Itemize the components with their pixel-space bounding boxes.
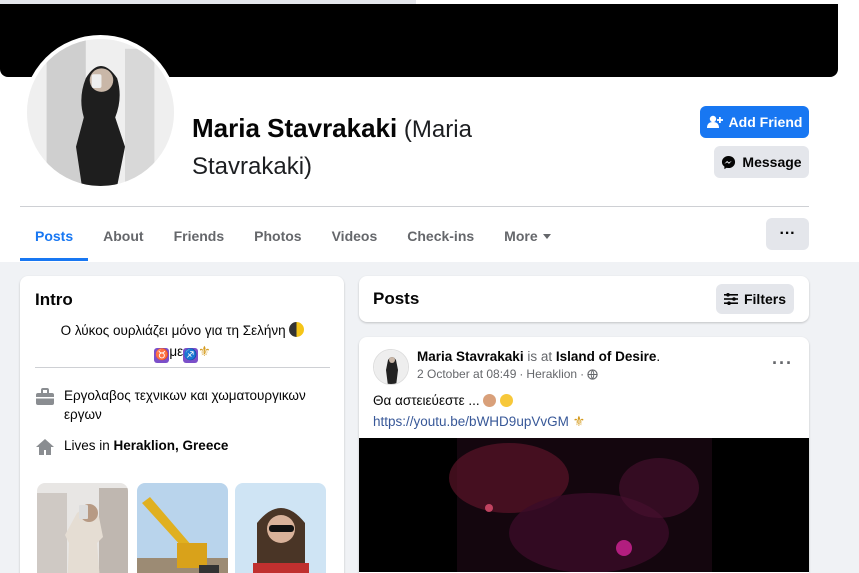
post-author-avatar[interactable]	[373, 349, 409, 385]
moon-icon	[289, 322, 305, 337]
post-place[interactable]: Island of Desire	[556, 349, 657, 364]
post-meta: 2 October at 08:49 · Heraklion ·	[417, 367, 598, 381]
add-friend-button[interactable]: Add Friend	[700, 106, 809, 138]
sagittarius-icon: ♐	[183, 348, 199, 363]
more-options-icon: ···	[779, 225, 796, 242]
bio-mid-text: με	[169, 344, 184, 359]
intro-lives-text: Lives in Heraklion, Greece	[64, 436, 228, 457]
message-label: Message	[742, 154, 802, 170]
profile-more-options-button[interactable]: ···	[766, 218, 809, 250]
post-is-at: is at	[523, 349, 556, 364]
tab-more[interactable]: More	[489, 211, 565, 261]
post-header: Maria Stavrakaki is at Island of Desire.	[417, 348, 660, 366]
filters-label: Filters	[743, 291, 786, 307]
post-video-frame	[359, 438, 809, 572]
post-author-avatar-image	[374, 350, 408, 384]
tab-posts[interactable]: Posts	[20, 211, 89, 261]
meta-separator: ·	[519, 367, 524, 381]
profile-avatar[interactable]	[23, 35, 178, 190]
header-divider	[20, 206, 809, 207]
fleur-de-lis-icon: ⚜	[198, 343, 211, 359]
tab-check-ins[interactable]: Check-ins	[392, 211, 489, 261]
filters-icon	[723, 293, 738, 305]
tab-about-label: About	[103, 228, 144, 244]
intro-card: Intro Ο λύκος ουρλιάζει μόνο για τη Σελή…	[20, 276, 344, 573]
tab-posts-label: Posts	[35, 228, 74, 244]
tab-videos-label: Videos	[331, 228, 378, 244]
intro-lives-row: Lives in Heraklion, Greece	[35, 436, 228, 457]
posts-header-card: Posts Filters	[359, 276, 809, 322]
messenger-icon	[722, 155, 736, 169]
lives-prefix: Lives in	[64, 438, 114, 453]
tab-friends-label: Friends	[173, 228, 225, 244]
tab-photos[interactable]: Photos	[239, 211, 316, 261]
intro-divider	[35, 367, 330, 368]
tab-friends[interactable]: Friends	[159, 211, 240, 261]
profile-avatar-image	[27, 39, 174, 186]
lives-place[interactable]: Heraklion, Greece	[114, 438, 229, 453]
post-location[interactable]: Heraklion	[526, 367, 577, 381]
add-friend-icon	[706, 115, 723, 128]
intro-work-text: Εργολαβος τεχνικων και χωματουργικων εργ…	[64, 388, 306, 422]
intro-photo-2[interactable]	[137, 483, 228, 573]
tab-videos[interactable]: Videos	[317, 211, 393, 261]
profile-name-block: Maria Stavrakaki (Maria Stavrakaki)	[192, 110, 522, 185]
taurus-icon: ♉	[154, 348, 170, 363]
post-author-name[interactable]: Maria Stavrakaki	[417, 349, 524, 364]
profile-header: Maria Stavrakaki (Maria Stavrakaki) Add …	[0, 0, 859, 262]
intro-bio: Ο λύκος ουρλιάζει μόνο για τη Σελήνη ♉με…	[40, 321, 325, 363]
meta-separator: ·	[580, 367, 585, 381]
intro-work-row: Εργολαβος τεχνικων και χωματουργικων εργ…	[35, 386, 330, 424]
profile-tabs: Posts About Friends Photos Videos Check-…	[20, 211, 566, 261]
post-video[interactable]	[359, 438, 809, 572]
filters-button[interactable]: Filters	[716, 284, 794, 314]
tab-photos-label: Photos	[254, 228, 302, 244]
profile-name: Maria Stavrakaki	[192, 113, 398, 143]
intro-photo-1[interactable]	[37, 483, 128, 573]
post-card: Maria Stavrakaki is at Island of Desire.…	[359, 337, 809, 573]
message-button[interactable]: Message	[714, 146, 809, 178]
fleur-de-lis-icon: ⚜	[572, 413, 586, 429]
tab-check-ins-label: Check-ins	[407, 228, 475, 244]
tab-about[interactable]: About	[88, 211, 158, 261]
posts-title: Posts	[373, 289, 420, 308]
add-friend-label: Add Friend	[728, 114, 803, 130]
bio-text: Ο λύκος ουρλιάζει μόνο για τη Σελήνη	[60, 323, 286, 338]
post-options-button[interactable]: ···	[772, 353, 793, 374]
tab-more-label: More	[504, 228, 538, 244]
featured-photo-image	[137, 483, 228, 573]
home-icon	[36, 439, 54, 455]
woman-facepalming-icon	[483, 394, 497, 407]
post-date[interactable]: 2 October at 08:49	[417, 367, 516, 381]
globe-icon	[587, 368, 598, 380]
post-body: Θα αστειεύεστε ... https://youtu.be/bWHD…	[373, 391, 585, 432]
post-period: .	[656, 349, 661, 364]
upside-down-face-icon	[500, 394, 514, 407]
post-text: Θα αστειεύεστε ...	[373, 393, 480, 408]
intro-photo-3[interactable]	[235, 483, 326, 573]
chevron-down-icon	[542, 233, 551, 239]
featured-photo-image	[37, 483, 128, 573]
intro-title: Intro	[35, 290, 73, 309]
post-link[interactable]: https://youtu.be/bWHD9upVvGM	[373, 414, 569, 429]
briefcase-icon	[36, 388, 54, 405]
featured-photo-image	[235, 483, 326, 573]
